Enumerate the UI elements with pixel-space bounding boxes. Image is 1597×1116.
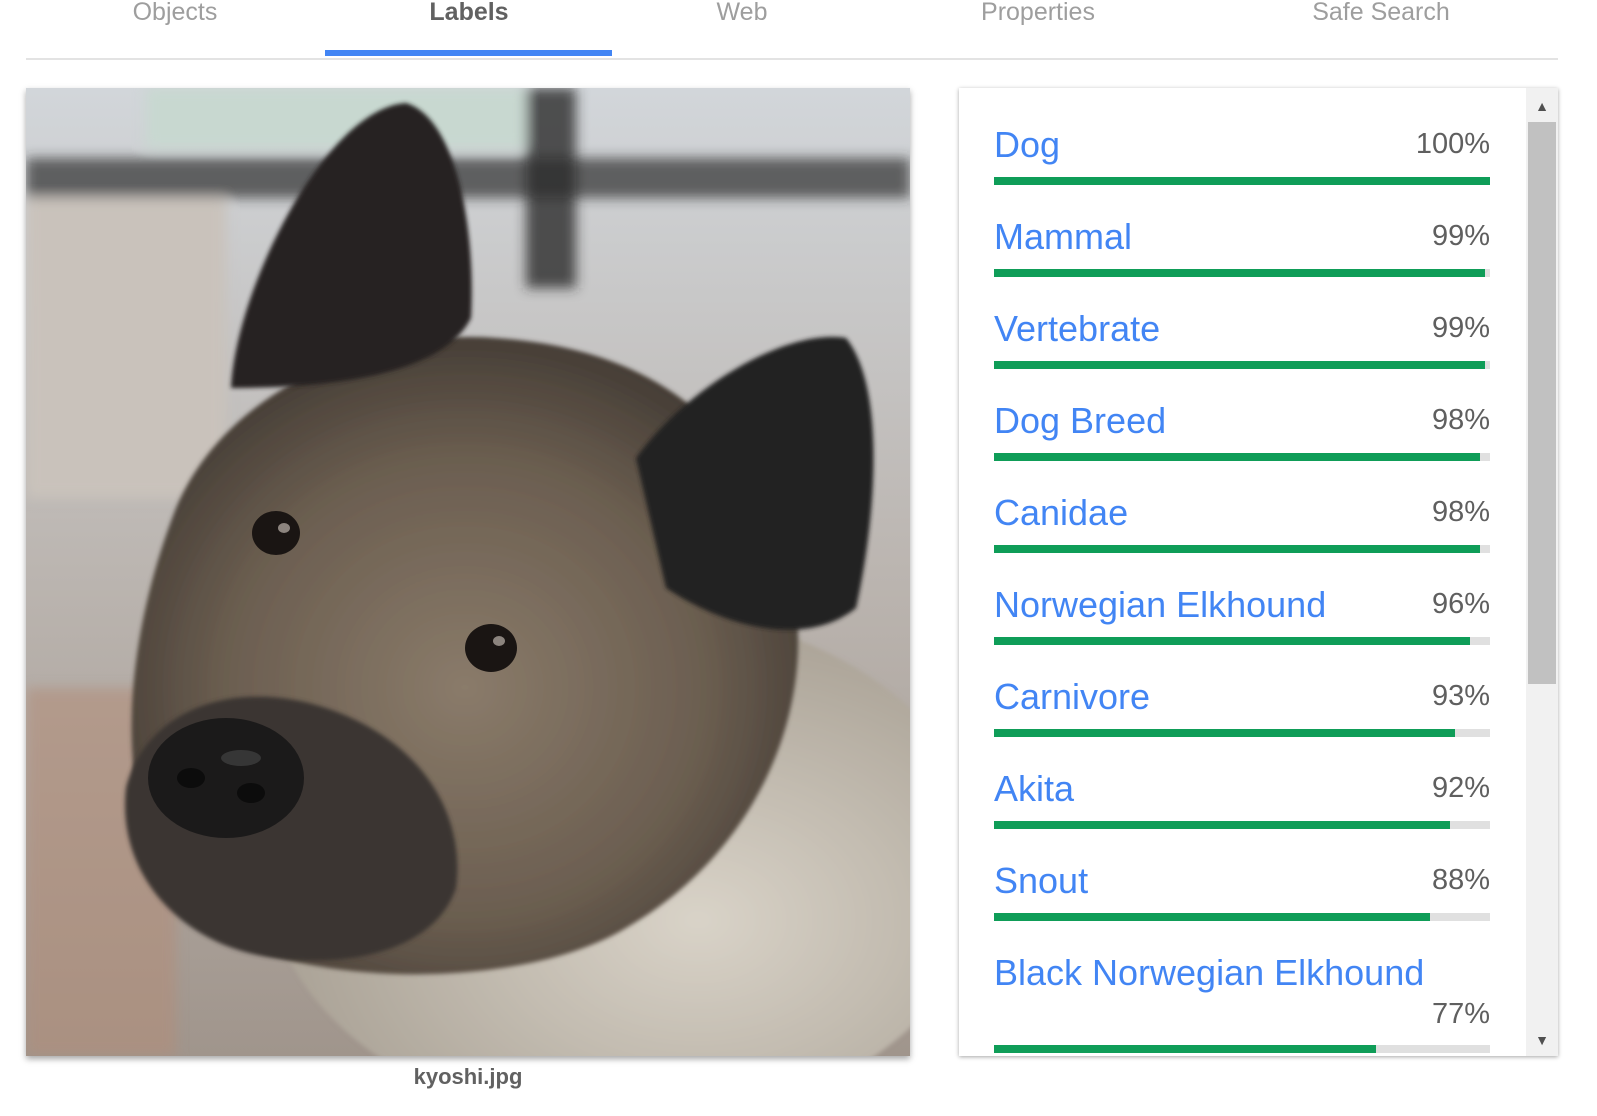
label-row: Canidae 98% (994, 456, 1490, 553)
label-score: 77% (1431, 998, 1490, 1030)
label-name[interactable]: Snout (994, 860, 1088, 902)
confidence-bar-fill (994, 1045, 1376, 1053)
label-score: 98% (1431, 496, 1490, 528)
active-tab-indicator (325, 50, 612, 56)
image-filename: kyoshi.jpg (413, 1064, 523, 1089)
label-score: 93% (1431, 680, 1490, 712)
label-row: Dog Breed 98% (994, 364, 1490, 461)
tab-web[interactable]: Web (647, 0, 837, 36)
tab-labels[interactable]: Labels (374, 0, 564, 36)
label-row: Black Norwegian Elkhound 77% (994, 916, 1490, 1056)
scrollbar[interactable]: ▲ ▼ (1526, 88, 1558, 1056)
dog-photo (26, 88, 910, 1056)
tab-properties[interactable]: Properties (938, 0, 1138, 36)
label-name[interactable]: Vertebrate (994, 308, 1160, 350)
label-score: 100% (1415, 128, 1490, 160)
label-name[interactable]: Black Norwegian Elkhound (994, 952, 1424, 994)
label-name[interactable]: Carnivore (994, 676, 1150, 718)
label-name[interactable]: Akita (994, 768, 1074, 810)
label-row: Snout 88% (994, 824, 1490, 921)
label-name[interactable]: Dog Breed (994, 400, 1166, 442)
label-name[interactable]: Mammal (994, 216, 1132, 258)
uploaded-image (26, 88, 910, 1056)
triangle-down-icon[interactable]: ▼ (1526, 1024, 1558, 1056)
triangle-up-icon[interactable]: ▲ (1526, 90, 1558, 122)
labels-panel: Dog 100% Mammal 99% Vertebrate 99% Dog B… (959, 88, 1558, 1056)
tab-bar: Objects Labels Web Properties Safe Searc… (26, 0, 1558, 60)
label-score: 99% (1431, 312, 1490, 344)
tab-safe-search[interactable]: Safe Search (1281, 0, 1481, 36)
label-score: 99% (1431, 220, 1490, 252)
label-name[interactable]: Norwegian Elkhound (994, 584, 1326, 626)
label-score: 98% (1431, 404, 1490, 436)
label-row: Vertebrate 99% (994, 272, 1490, 369)
tab-objects[interactable]: Objects (80, 0, 270, 36)
label-row: Dog 100% (994, 88, 1490, 185)
confidence-bar (994, 1045, 1490, 1053)
label-row: Norwegian Elkhound 96% (994, 548, 1490, 645)
label-row: Mammal 99% (994, 180, 1490, 277)
label-score: 92% (1431, 772, 1490, 804)
scroll-thumb[interactable] (1528, 122, 1556, 684)
label-name[interactable]: Dog (994, 124, 1060, 166)
label-score: 96% (1431, 588, 1490, 620)
label-row: Akita 92% (994, 732, 1490, 829)
label-score: 88% (1431, 864, 1490, 896)
label-name[interactable]: Canidae (994, 492, 1128, 534)
label-row: Carnivore 93% (994, 640, 1490, 737)
